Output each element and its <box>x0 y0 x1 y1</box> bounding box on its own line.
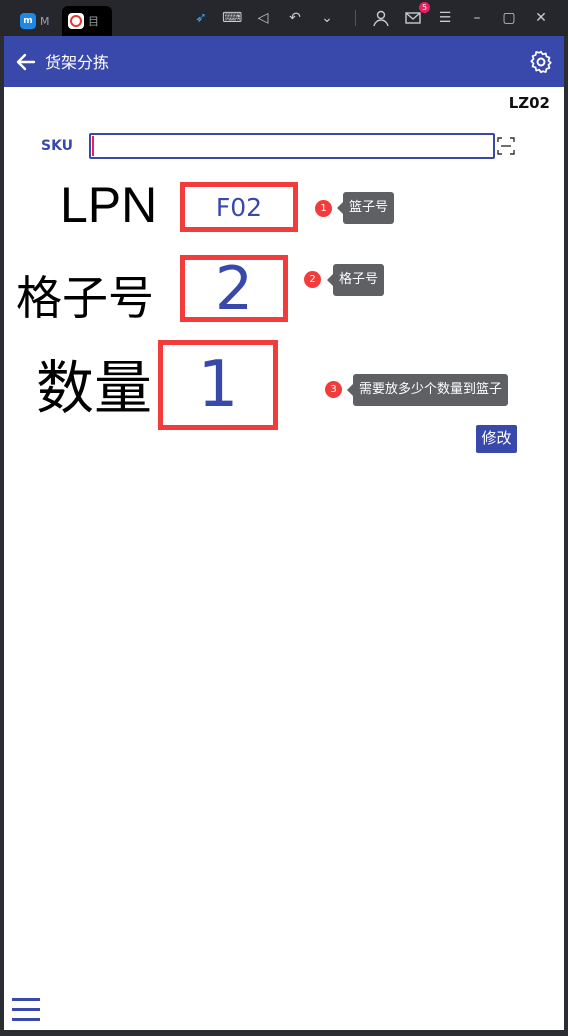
lpn-value-box: F02 <box>180 182 298 232</box>
gear-icon[interactable] <box>528 49 554 75</box>
tab-1[interactable]: m M <box>14 6 58 36</box>
tab-2-label: 目 <box>88 15 99 28</box>
grid-value: 2 <box>214 253 254 324</box>
lpn-value: F02 <box>215 192 263 222</box>
chevron-down-icon[interactable]: ⌄ <box>318 9 336 27</box>
user-icon[interactable] <box>372 9 390 27</box>
quantity-value: 1 <box>197 348 239 422</box>
keyboard-icon[interactable]: ⌨ <box>222 9 242 27</box>
annotation-tooltip-1: 篮子号 <box>336 192 395 224</box>
volume-icon[interactable]: ◁ <box>254 9 272 27</box>
annotation-marker-3: 3 <box>325 381 342 398</box>
app-logo-icon <box>68 13 84 29</box>
emulator-titlebar: m M 目 ➶ ⌨ ◁ ↶ ⌄ 5 ☰ – ▢ ✕ <box>0 0 568 36</box>
tab-1-label: M <box>40 14 50 28</box>
mail-badge: 5 <box>419 2 430 13</box>
sku-input[interactable] <box>89 133 495 159</box>
quantity-value-box: 1 <box>158 340 278 430</box>
maximize-icon[interactable]: ▢ <box>500 9 518 27</box>
hamburger-menu-icon[interactable] <box>12 998 40 1024</box>
grid-label: 格子号 <box>16 271 154 325</box>
quantity-label: 数量 <box>36 354 153 422</box>
edit-button[interactable]: 修改 <box>476 425 517 453</box>
tab-2[interactable]: 目 <box>62 6 112 36</box>
annotation-tooltip-3: 需要放多少个数量到篮子 <box>346 374 509 406</box>
mail-icon[interactable] <box>404 9 422 27</box>
annotation-tooltip-2: 格子号 <box>326 264 385 296</box>
scan-icon[interactable] <box>497 137 515 155</box>
separator <box>355 10 356 26</box>
sku-label: SKU <box>41 138 74 154</box>
lpn-label: LPN <box>60 177 158 233</box>
back-arrow-icon[interactable] <box>14 50 38 74</box>
text-caret <box>92 136 94 156</box>
annotation-marker-1: 1 <box>315 200 332 217</box>
annotation-marker-2: 2 <box>304 271 321 288</box>
app-logo-icon: m <box>20 13 36 29</box>
phone-screen: 货架分拣 LZ02 SKU LPN F02 1 篮子号 格子号 2 2 格子号 … <box>4 36 564 1030</box>
bird-icon[interactable]: ➶ <box>192 9 210 27</box>
app-bar: 货架分拣 <box>4 36 564 87</box>
grid-value-box: 2 <box>180 253 288 324</box>
station-code: LZ02 <box>508 94 550 112</box>
undo-icon[interactable]: ↶ <box>286 9 304 27</box>
close-icon[interactable]: ✕ <box>532 9 550 27</box>
minimize-icon[interactable]: – <box>468 9 486 27</box>
page-title: 货架分拣 <box>45 53 110 72</box>
menu-icon[interactable]: ☰ <box>436 9 454 27</box>
